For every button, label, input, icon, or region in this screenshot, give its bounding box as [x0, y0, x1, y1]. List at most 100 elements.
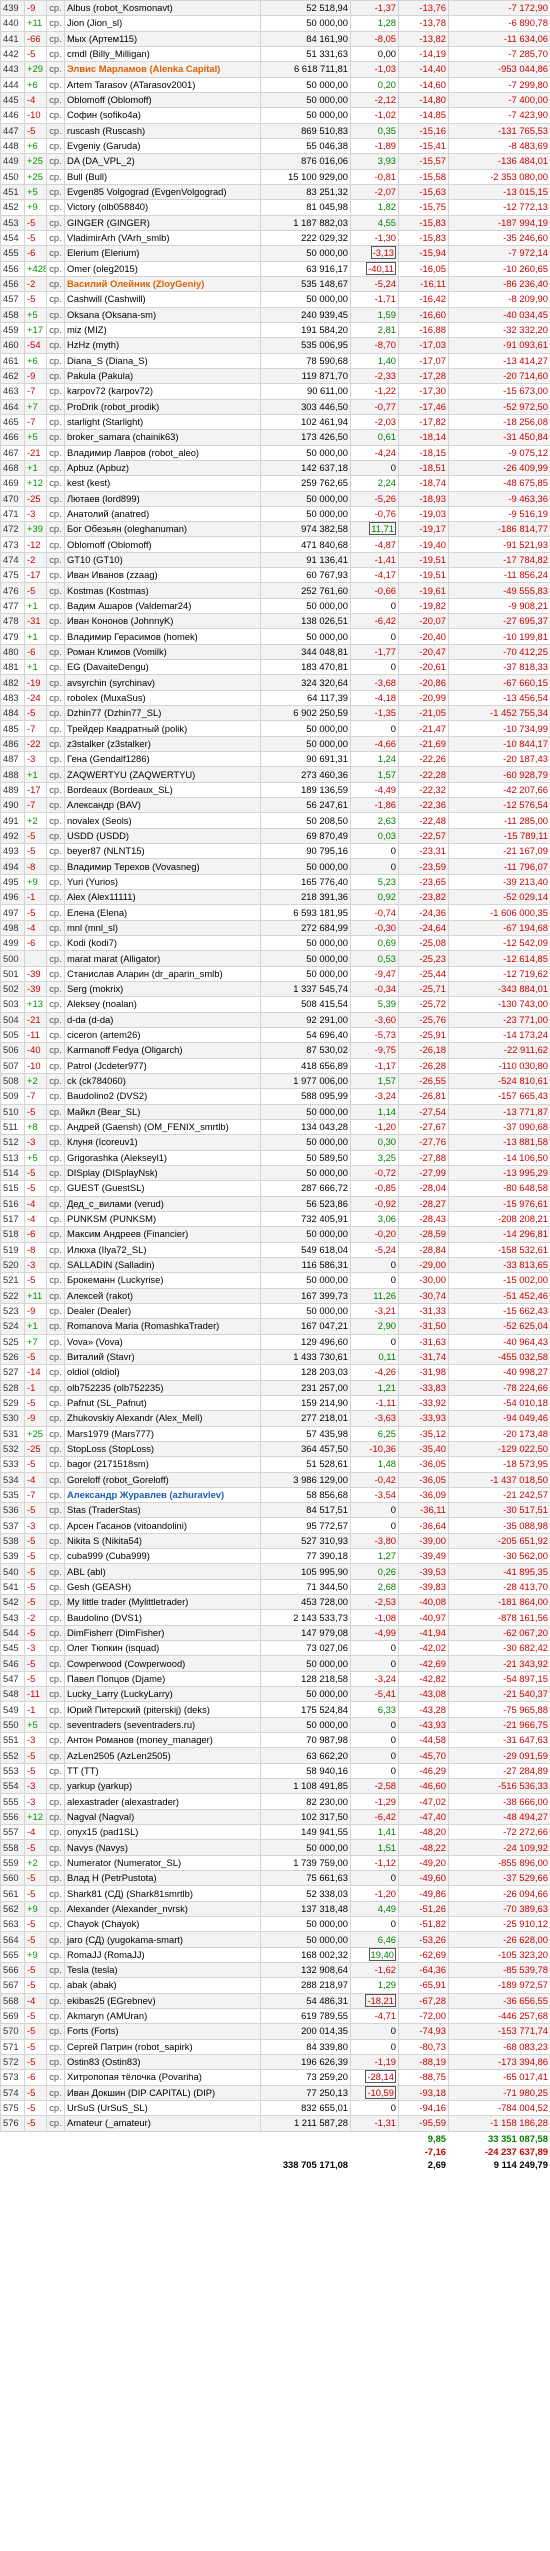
- day-change-cell: -4,87: [350, 536, 399, 553]
- table-row: 535 -7 ср. Александр Журавлев (azhuravlev) 5…: [0, 1486, 550, 1504]
- total-pct-cell: -51,82: [398, 1916, 449, 1933]
- profit-cell: -31 450,84: [448, 429, 550, 446]
- day-change-cell: -2,58: [350, 1778, 399, 1795]
- rank-change-cell: -9: [24, 1302, 47, 1320]
- profit-cell: -173 394,86: [448, 2053, 550, 2071]
- total-pct-cell: -43,28: [398, 1701, 449, 1718]
- table-row: 491 +2 ср. novalex (Seols) 50 208,50 2,63 -22,…: [0, 812, 550, 829]
- rank-change-cell: -5: [24, 843, 47, 860]
- rank-cell: 491: [0, 812, 25, 829]
- table-row: 543 -2 ср. Baudolino (DVS1) 2 143 533,73 -1,0…: [0, 1609, 550, 1626]
- status-cell: ср.: [46, 1272, 65, 1289]
- profit-cell: -14 106,50: [448, 1149, 550, 1166]
- rank-change-cell: +11: [24, 1287, 47, 1304]
- total-pct-cell: -15,58: [398, 168, 449, 185]
- rank-cell: 550: [0, 1716, 25, 1734]
- status-cell: ср.: [46, 1793, 65, 1810]
- profit-cell: -153 771,74: [448, 2023, 550, 2040]
- capital-cell: 87 530,02: [260, 1042, 351, 1059]
- capital-cell: 50 589,50: [260, 1149, 351, 1166]
- rank-cell: 570: [0, 2023, 25, 2040]
- total-pct-cell: -18,74: [398, 475, 449, 492]
- day-change-cell: -3,13: [350, 245, 399, 262]
- capital-cell: 259 762,65: [260, 475, 351, 492]
- capital-cell: 344 048,81: [260, 643, 351, 661]
- capital-cell: 168 002,32: [260, 1946, 351, 1964]
- day-change-cell: 1,14: [350, 1103, 399, 1120]
- profit-cell: -12 719,62: [448, 965, 550, 983]
- rank-cell: 540: [0, 1563, 25, 1580]
- total-pct-cell: -88,19: [398, 2053, 449, 2071]
- profit-cell: -17 784,82: [448, 551, 550, 569]
- table-row: 573 -6 ср. Хитропопая тёлочка (Povariha) 73 …: [0, 2069, 550, 2086]
- profit-cell: -78 224,66: [448, 1379, 550, 1396]
- table-row: 525 +7 ср. Vova» (Vova) 129 496,60 0 -31,63 -40…: [0, 1333, 550, 1350]
- profit-cell: -29 091,59: [448, 1747, 550, 1764]
- day-change-cell: -3,54: [350, 1486, 399, 1504]
- participant-name-cell: Алексей (rakot): [64, 1287, 261, 1304]
- participant-name-cell: Karmanoff Fedya (Oligarch): [64, 1042, 261, 1059]
- profit-cell: -9 463,36: [448, 490, 550, 507]
- day-change-cell: 0: [350, 597, 399, 615]
- total-pct-cell: -19,82: [398, 597, 449, 615]
- capital-cell: 167 399,73: [260, 1287, 351, 1304]
- day-change-cell: -1,41: [350, 551, 399, 569]
- day-change-cell: -0,85: [350, 1180, 399, 1197]
- rank-cell: 560: [0, 1870, 25, 1887]
- total-pct-cell: -36,64: [398, 1517, 449, 1534]
- total-pct-cell: -23,82: [398, 889, 449, 906]
- total-pct-cell: -23,31: [398, 843, 449, 860]
- profit-cell: -27 284,89: [448, 1762, 550, 1780]
- rank-change-cell: -12: [24, 536, 47, 553]
- day-change-cell: 0: [350, 1517, 399, 1534]
- participant-name-cell: Shark81 (СД) (Shark81smrtlb): [64, 1885, 261, 1902]
- participant-name-cell: VladimirArh (VArh_smlb): [64, 229, 261, 247]
- capital-cell: 3 986 129,00: [260, 1471, 351, 1488]
- table-row: 456 +428 ср. Omer (oleg2015) 63 916,17 -40,11…: [0, 260, 550, 277]
- table-row: 548 -11 ср. Lucky_Larry (LuckyLarry) 50 000,…: [0, 1686, 550, 1703]
- participant-name-cell: Владимир Лавров (robot_aleo): [64, 444, 261, 461]
- table-row: 488 +1 ср. ZAQWERTYU (ZAQWERTYU) 273 460,36 1…: [0, 766, 550, 783]
- rank-change-cell: -5: [24, 2038, 47, 2055]
- rank-change-cell: -5: [24, 1502, 47, 1519]
- total-pct-cell: -93,18: [398, 2084, 449, 2101]
- rank-change-cell: +5: [24, 1716, 47, 1734]
- profit-cell: -23 771,00: [448, 1011, 550, 1028]
- participant-name-cell: GUEST (GuestSL): [64, 1180, 261, 1197]
- rank-change-cell: +428: [24, 260, 47, 277]
- rank-cell: 495: [0, 873, 25, 891]
- table-row: 479 +1 ср. Владимир Герасимов (homek) 50 000…: [0, 628, 550, 645]
- rank-change-cell: +5: [24, 1149, 47, 1166]
- rank-change-cell: -9: [24, 1410, 47, 1427]
- total-pct-cell: -67,28: [398, 1992, 449, 2009]
- status-cell: ср.: [46, 321, 65, 339]
- table-row: 496 -1 ср. Alex (Alex11111) 218 391,36 0,92 -2…: [0, 889, 550, 906]
- day-change-cell: 1,27: [350, 1548, 399, 1565]
- total-pct-cell: -53,26: [398, 1931, 449, 1948]
- day-change-cell: 0,61: [350, 429, 399, 446]
- rank-change-cell: -3: [24, 1778, 47, 1795]
- capital-cell: 175 524,84: [260, 1701, 351, 1718]
- day-change-cell: -1,37: [350, 0, 399, 17]
- rank-cell: 505: [0, 1026, 25, 1044]
- total-pct-cell: -21,69: [398, 735, 449, 753]
- participant-name-cell: SALLADIN (Salladin): [64, 1256, 261, 1274]
- rank-change-cell: -4: [24, 919, 47, 937]
- participant-name-cell: TT (TT): [64, 1762, 261, 1780]
- rank-change-cell: -3: [24, 1793, 47, 1810]
- rank-cell: 557: [0, 1824, 25, 1841]
- profit-cell: -878 161,56: [448, 1609, 550, 1626]
- capital-cell: 56 523,86: [260, 1195, 351, 1212]
- rank-change-cell: +11: [24, 15, 47, 32]
- capital-cell: 138 026,51: [260, 613, 351, 630]
- capital-cell: 64 117,39: [260, 689, 351, 707]
- status-cell: ср.: [46, 643, 65, 661]
- table-row: 542 -5 ср. My little trader (Mylittletrader…: [0, 1594, 550, 1611]
- rank-change-cell: +12: [24, 475, 47, 492]
- rank-change-cell: -5: [24, 827, 47, 845]
- profit-cell: -953 044,86: [448, 61, 550, 78]
- status-cell: ср.: [46, 383, 65, 400]
- rank-change-cell: +1: [24, 1318, 47, 1335]
- status-cell: ср.: [46, 1732, 65, 1749]
- participant-name-cell: Mars1979 (Mars777): [64, 1425, 261, 1442]
